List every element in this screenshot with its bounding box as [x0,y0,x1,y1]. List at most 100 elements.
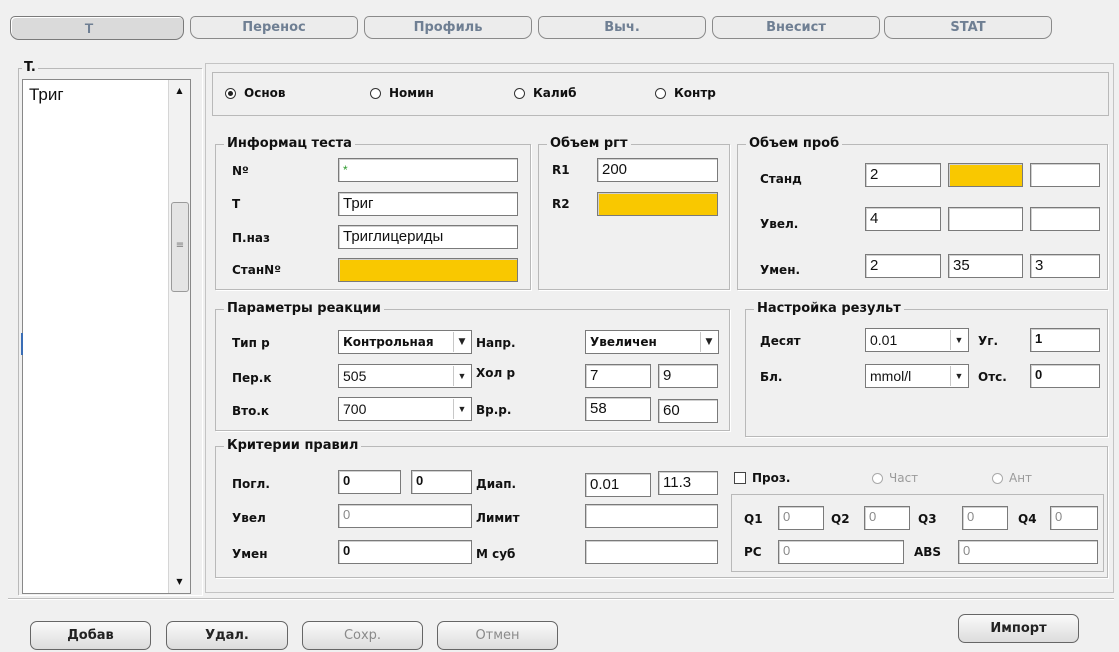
cancel-button[interactable]: Отмен [437,621,558,650]
test-list-title: T. [22,60,38,75]
range-v1[interactable]: 0.01 [585,473,651,497]
sample-dec-v2[interactable]: 35 [948,254,1023,278]
absv-field[interactable]: 0 [958,540,1098,564]
q4-label: Q4 [1018,512,1037,526]
q3-field[interactable]: 0 [962,506,1008,530]
first-label: Пер.к [232,371,272,385]
q2-label: Q2 [831,512,850,526]
radio-part[interactable]: Част [872,471,918,485]
tab-t[interactable]: T [10,16,184,40]
radio-label: Ант [1009,471,1033,485]
sample-inc-v3[interactable] [1030,207,1100,231]
q1-field[interactable]: 0 [778,506,824,530]
first-select-value: 505 [343,368,367,384]
time-label: Вр.р. [476,403,512,417]
sample-inc-v1[interactable]: 4 [865,207,941,231]
q2-field[interactable]: 0 [864,506,910,530]
delete-button[interactable]: Удал. [166,621,288,650]
save-button[interactable]: Сохр. [302,621,423,650]
dir-select-value: Увеличен [590,335,657,349]
tab-calc[interactable]: Выч. [538,16,706,39]
abs-v2[interactable]: 0 [411,470,472,494]
test-list[interactable]: Триг ▲ ≡ ▼ [22,79,191,594]
tab-external[interactable]: Внесист [712,16,880,39]
std-field[interactable] [338,258,518,282]
radio-selected-icon [225,87,236,99]
sample-inc-label: Увел. [760,217,799,231]
radio-osnov[interactable]: Основ [225,86,285,100]
inc-field[interactable]: 0 [338,504,472,528]
chevron-down-icon[interactable]: ▼ [453,332,470,352]
tab-stat[interactable]: STAT [884,16,1052,39]
bottom-separator [8,598,1114,600]
time-v1[interactable]: 58 [585,397,651,421]
transp-checkbox[interactable] [734,472,746,484]
first-select[interactable]: 505 ▼ [338,364,472,388]
type-select[interactable]: Контрольная ▼ [338,330,472,354]
sample-std-v1[interactable]: 2 [865,163,941,187]
radio-label: Част [889,471,919,485]
radio-kalib[interactable]: Калиб [514,86,576,100]
r1-label: R1 [552,163,570,177]
sample-inc-v2[interactable] [948,207,1023,231]
chevron-down-icon[interactable]: ▼ [950,366,967,386]
second-label: Вто.к [232,404,270,418]
radio-nomin[interactable]: Номин [370,86,434,100]
sample-std-v3[interactable] [1030,163,1100,187]
list-scrollbar[interactable]: ▲ ≡ ▼ [168,80,190,593]
second-select[interactable]: 700 ▼ [338,397,472,421]
no-field[interactable]: * [338,158,518,182]
sample-std-v2[interactable] [948,163,1023,187]
second-select-value: 700 [343,401,367,417]
range-label: Диап. [476,477,517,491]
radio-icon [872,472,883,484]
chevron-down-icon[interactable]: ▼ [453,399,470,419]
abs-v1[interactable]: 0 [338,470,401,494]
r1-field[interactable]: 200 [597,158,718,182]
sample-dec-v3[interactable]: 3 [1030,254,1100,278]
angle-label: Уг. [978,334,999,348]
tab-profile[interactable]: Профиль [364,16,532,39]
add-button[interactable]: Добав [30,621,151,650]
scroll-up-icon[interactable]: ▲ [169,80,190,102]
cold-v1[interactable]: 7 [585,364,651,388]
limit-field[interactable] [585,504,718,528]
radio-label: Основ [244,86,286,100]
reaction-group: Параметры реакции [215,301,730,431]
r2-field[interactable] [597,192,718,216]
radio-label: Калиб [533,86,577,100]
time-v2[interactable]: 60 [658,399,718,423]
msub-field[interactable] [585,540,718,564]
dec-crit-field[interactable]: 0 [338,540,472,564]
dec-select-value: 0.01 [870,332,898,348]
offset-label: Отс. [978,370,1007,384]
cold-v2[interactable]: 9 [658,364,718,388]
type-select-value: Контрольная [343,335,434,349]
name-field[interactable]: Триглицериды [338,225,518,249]
dir-select[interactable]: Увеличен ▼ [585,330,719,354]
pc-field[interactable]: 0 [778,540,904,564]
tab-transfer[interactable]: Перенос [190,16,358,39]
group-title: Настройка результ [754,301,904,317]
chevron-down-icon[interactable]: ▼ [453,366,470,386]
dec-crit-label: Умен [232,547,268,561]
offset-field[interactable]: 0 [1030,364,1100,388]
radio-icon [514,87,525,99]
q4-field[interactable]: 0 [1050,506,1098,530]
scrollbar-thumb[interactable]: ≡ [171,202,189,292]
radio-kontr[interactable]: Контр [655,86,716,100]
angle-field[interactable]: 1 [1030,328,1100,352]
t-field[interactable]: Триг [338,192,518,216]
list-item[interactable]: Триг [23,80,190,110]
sample-dec-v1[interactable]: 2 [865,254,941,278]
radio-ant[interactable]: Ант [992,471,1032,485]
unit-select[interactable]: mmol/l ▼ [865,364,969,388]
range-v2[interactable]: 11.3 [658,471,718,495]
dec-select[interactable]: 0.01 ▼ [865,328,969,352]
chevron-down-icon[interactable]: ▼ [950,330,967,350]
import-button[interactable]: Импорт [958,614,1079,643]
group-title: Информац теста [224,136,355,152]
abs-label: Погл. [232,477,270,491]
scroll-down-icon[interactable]: ▼ [169,571,190,593]
chevron-down-icon[interactable]: ▼ [700,332,717,352]
